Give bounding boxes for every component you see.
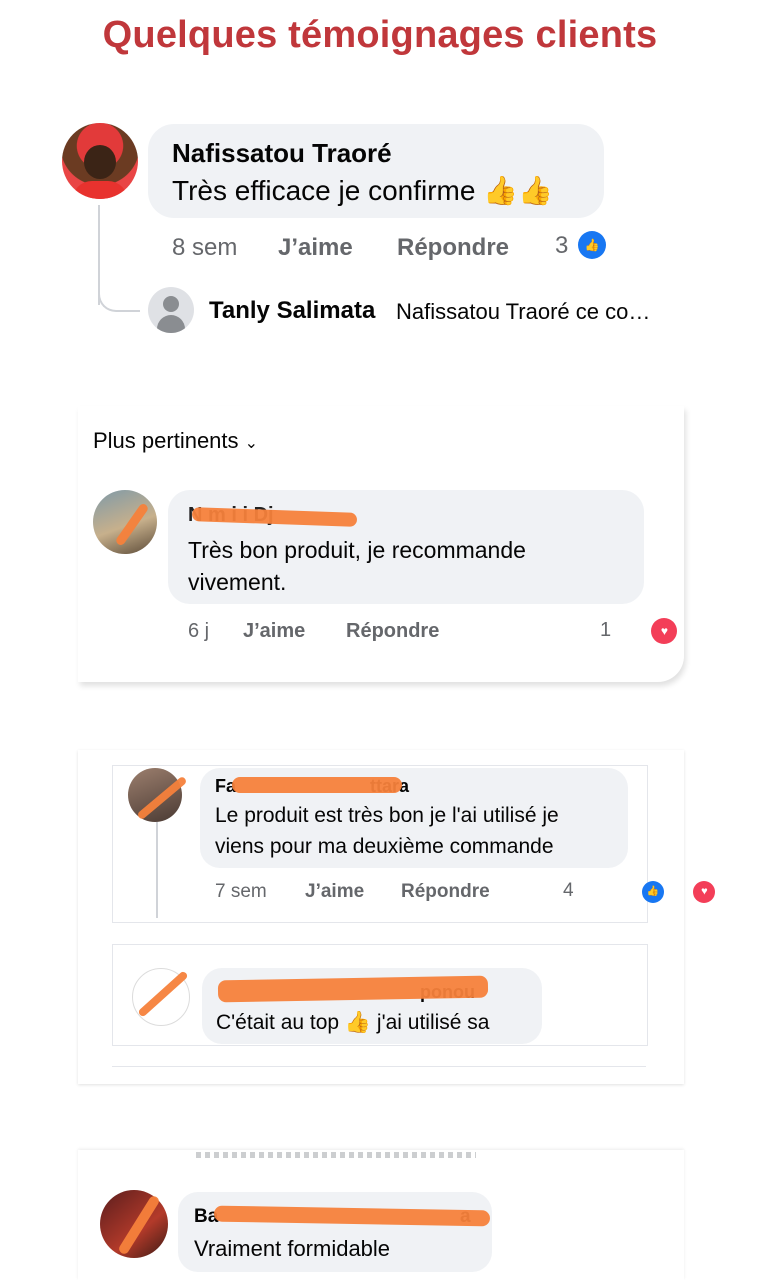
sort-dropdown[interactable]: Plus pertinents ⌄	[93, 428, 258, 454]
page-title: Quelques témoignages clients	[102, 14, 658, 56]
like-button[interactable]: J’aime	[305, 881, 364, 903]
comment-frame	[112, 1066, 646, 1079]
sort-label: Plus pertinents	[93, 428, 239, 453]
avatar[interactable]	[128, 768, 182, 822]
thumbs-up-icon[interactable]: 👍	[641, 881, 664, 903]
comment-text: Le produit est très bon je l'ai utilisé …	[215, 804, 559, 827]
comment-text: vivement.	[188, 569, 287, 595]
like-button[interactable]: J’aime	[243, 620, 305, 643]
comment-author[interactable]: Nafissatou Traoré	[172, 138, 392, 169]
thread-line-curve	[98, 275, 140, 312]
cropped-action-row	[196, 1152, 476, 1164]
comment-text: C'était au top 👍 j'ai utilisé sa	[216, 1011, 490, 1034]
comment-text: Très bon produit, je recommande	[188, 537, 526, 563]
default-avatar-icon[interactable]	[148, 287, 194, 333]
reply-button[interactable]: Répondre	[397, 234, 509, 262]
comment-text: Très efficace je confirme 👍👍	[172, 175, 553, 206]
reply-button[interactable]: Répondre	[401, 881, 490, 903]
avatar[interactable]	[93, 490, 157, 554]
reply-author[interactable]: Tanly Salimata	[209, 297, 375, 325]
reaction-count: 1	[600, 619, 612, 641]
reply-text[interactable]: Nafissatou Traoré ce co…	[396, 299, 650, 325]
avatar[interactable]	[62, 123, 138, 199]
like-button[interactable]: J’aime	[278, 234, 353, 262]
comment-time: 7 sem	[215, 881, 267, 902]
reply-button[interactable]: Répondre	[346, 620, 439, 643]
heart-icon[interactable]: ♥	[693, 881, 716, 903]
comment-text: Vraiment formidable	[194, 1236, 391, 1261]
redaction-scribble	[232, 777, 402, 793]
reaction-count: 4	[563, 880, 574, 901]
comment-time: 8 sem	[172, 234, 238, 261]
comment-time: 6 j	[188, 620, 210, 642]
reaction-count: 3	[555, 232, 569, 259]
thread-line	[156, 822, 158, 918]
comment-text: viens pour ma deuxième commande	[215, 835, 554, 858]
thumbs-up-icon[interactable]: 👍	[578, 231, 606, 259]
chevron-down-icon: ⌄	[244, 435, 259, 452]
redaction-scribble	[217, 975, 489, 1003]
